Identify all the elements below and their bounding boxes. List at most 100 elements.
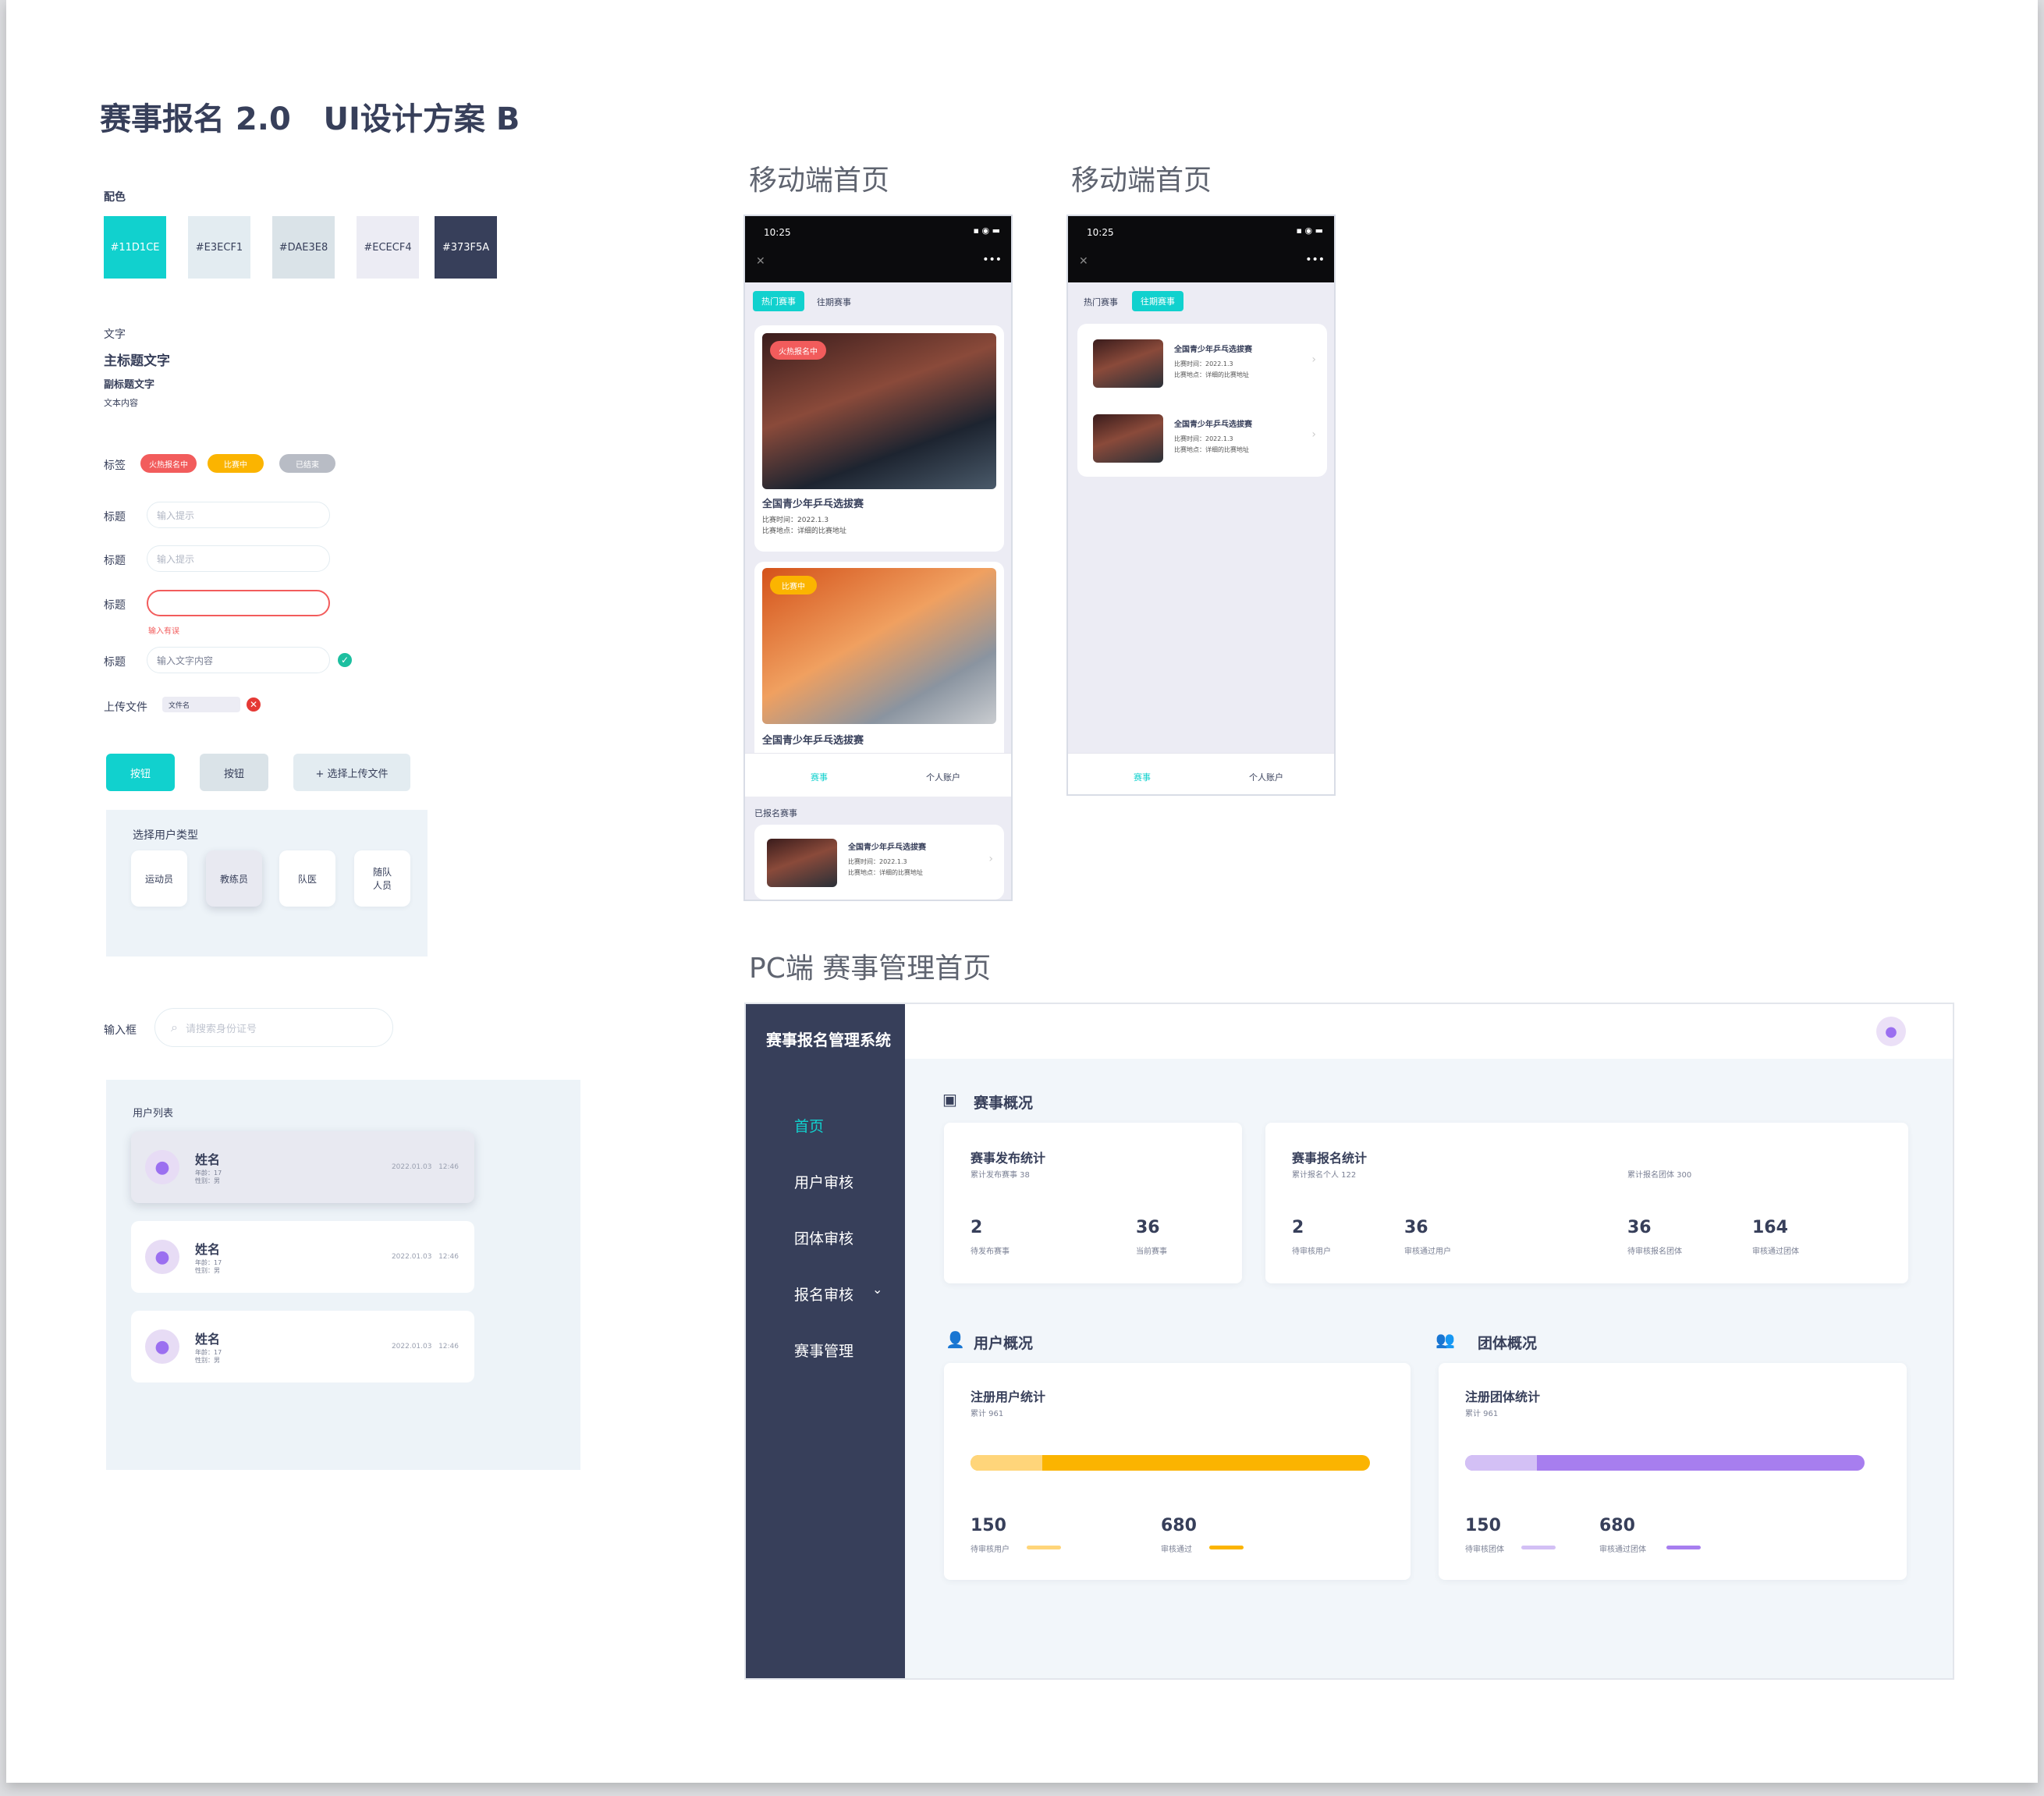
primary-button[interactable]: 按钮 bbox=[106, 754, 175, 791]
event-list-card: 全国青少年乒乓选拔赛 比赛时间：2022.1.3 比赛地点：详细的比赛地址 › … bbox=[1077, 324, 1327, 477]
sidebar-item-signup-review[interactable]: 报名审核 bbox=[794, 1283, 853, 1304]
swatch-1: #11D1CE bbox=[104, 216, 166, 279]
publish-current-value: 36 bbox=[1136, 1218, 1160, 1237]
sidebar-item-event-manage[interactable]: 赛事管理 bbox=[794, 1340, 853, 1361]
tags-label: 标签 bbox=[104, 460, 126, 472]
upload-label: 上传文件 bbox=[104, 701, 147, 714]
search-input[interactable]: ⌕ 请搜索身份证号 bbox=[154, 1008, 393, 1047]
event-title: 全国青少年乒乓选拔赛 bbox=[1174, 421, 1252, 429]
event-thumbnail bbox=[1093, 414, 1163, 463]
tab-hot[interactable]: 热门赛事 bbox=[753, 291, 804, 311]
user-time: 12:46 bbox=[438, 1253, 459, 1261]
upload-button[interactable]: + 选择上传文件 bbox=[293, 754, 410, 791]
team-progress-bar bbox=[1465, 1455, 1865, 1471]
user-date: 2022.01.03 bbox=[391, 1343, 432, 1351]
swatch-3: #DAE3E8 bbox=[272, 216, 335, 279]
event-list-item[interactable]: 全国青少年乒乓选拔赛 比赛时间：2022.1.3 比赛地点：详细的比赛地址 › bbox=[1077, 324, 1327, 399]
team-passed-legend bbox=[1666, 1546, 1701, 1549]
signup-l3: 待审核报名团体 bbox=[1627, 1248, 1682, 1256]
nav-events[interactable]: 赛事 bbox=[1134, 771, 1151, 783]
more-icon[interactable]: ••• bbox=[982, 254, 1002, 266]
user-progress-pending bbox=[971, 1455, 1043, 1471]
signup-l1: 待审核用户 bbox=[1292, 1248, 1331, 1256]
event-place: 比赛地点：详细的比赛地址 bbox=[1174, 371, 1249, 378]
user-type-coach[interactable]: 教练员 bbox=[206, 850, 262, 907]
tag-ended: 已结束 bbox=[279, 454, 335, 473]
swatch-2: #E3ECF1 bbox=[188, 216, 250, 279]
user-stats-sub: 累计 961 bbox=[971, 1410, 1004, 1418]
event-title: 全国青少年乒乓选拔赛 bbox=[762, 499, 864, 510]
remove-file-icon[interactable]: ✕ bbox=[247, 697, 261, 712]
text-input-2[interactable]: 输入提示 bbox=[147, 545, 330, 572]
user-type-doctor[interactable]: 队医 bbox=[279, 850, 335, 907]
team-stats-sub: 累计 961 bbox=[1465, 1410, 1499, 1418]
signup-title: 赛事报名统计 bbox=[1292, 1151, 1368, 1166]
signup-v3: 36 bbox=[1627, 1218, 1652, 1237]
pc-dashboard: 赛事报名管理系统 首页 用户审核 团体审核 报名审核 ⌄ 赛事管理 ● ▣ 赛事… bbox=[744, 1003, 1954, 1680]
bottom-nav: 赛事 个人账户 bbox=[1068, 753, 1334, 794]
user-type-staff[interactable]: 随队 人员 bbox=[354, 850, 410, 907]
user-name: 姓名 bbox=[195, 1332, 221, 1347]
signup-l2: 审核通过用户 bbox=[1404, 1248, 1451, 1256]
user-passed-legend bbox=[1209, 1546, 1244, 1549]
event-list-item[interactable]: 全国青少年乒乓选拔赛 比赛时间：2022.1.3 比赛地点：详细的比赛地址 › bbox=[1077, 399, 1327, 474]
registered-card[interactable]: 全国青少年乒乓选拔赛 比赛时间：2022.1.3 比赛地点：详细的比赛地址 › bbox=[754, 825, 1004, 900]
event-thumbnail bbox=[767, 839, 837, 887]
team-pending-label: 待审核团体 bbox=[1465, 1546, 1504, 1554]
mobile1-section-title: 移动端首页 bbox=[749, 165, 890, 197]
user-list-item[interactable]: ● 姓名 年龄：17 性别：男 2022.01.03 12:46 bbox=[131, 1311, 474, 1382]
secondary-button[interactable]: 按钮 bbox=[200, 754, 268, 791]
field-label-4: 标题 bbox=[104, 656, 126, 669]
text-input-1[interactable]: 输入提示 bbox=[147, 502, 330, 528]
event-title: 全国青少年乒乓选拔赛 bbox=[848, 843, 926, 852]
sidebar-item-user-review[interactable]: 用户审核 bbox=[794, 1171, 853, 1192]
body-text-sample: 文本内容 bbox=[104, 398, 138, 408]
user-stats-title: 注册用户统计 bbox=[971, 1390, 1046, 1404]
user-name: 姓名 bbox=[195, 1152, 221, 1167]
event-card[interactable]: 火热报名中 全国青少年乒乓选拔赛 比赛时间：2022.1.3 比赛地点：详细的比… bbox=[754, 325, 1004, 552]
nav-account[interactable]: 个人账户 bbox=[1249, 771, 1283, 783]
tab-past[interactable]: 往期赛事 bbox=[1132, 291, 1183, 311]
tab-hot[interactable]: 热门赛事 bbox=[1084, 296, 1118, 308]
team-progress-pending bbox=[1465, 1455, 1538, 1471]
chevron-down-icon[interactable]: ⌄ bbox=[872, 1282, 882, 1297]
team-stats-title: 注册团体统计 bbox=[1465, 1390, 1541, 1404]
upload-file-name: 文件名 bbox=[162, 697, 240, 712]
mobile1-phone: 10:25 ▪ ◉ ▬ ✕ ••• 热门赛事 往期赛事 火热报名中 全国青少年乒… bbox=[743, 215, 1013, 901]
user-date: 2022.01.03 bbox=[391, 1163, 432, 1171]
user-gender: 性别：男 bbox=[195, 1267, 220, 1274]
event-time: 比赛时间：2022.1.3 bbox=[1174, 360, 1233, 367]
text-input-error[interactable] bbox=[147, 590, 330, 616]
tab-past[interactable]: 往期赛事 bbox=[817, 296, 851, 308]
team-stats-card: 注册团体统计 累计 961 150 待审核团体 680 审核通过团体 bbox=[1439, 1363, 1907, 1580]
close-icon[interactable]: ✕ bbox=[756, 255, 765, 268]
mobile2-phone: 10:25 ▪ ◉ ▬ ✕ ••• 热门赛事 往期赛事 全国青少年乒乓选拔赛 比… bbox=[1066, 215, 1336, 796]
chevron-right-icon: › bbox=[1311, 353, 1316, 366]
user-passed-label: 审核通过 bbox=[1161, 1546, 1192, 1554]
main-title-sample: 主标题文字 bbox=[104, 353, 170, 369]
user-list-item[interactable]: ● 姓名 年龄：17 性别：男 2022.01.03 12:46 bbox=[131, 1131, 474, 1203]
signup-v2: 36 bbox=[1404, 1218, 1428, 1237]
user-age: 年龄：17 bbox=[195, 1170, 222, 1177]
signup-l4: 审核通过团体 bbox=[1752, 1248, 1799, 1256]
text-input-filled[interactable]: 输入文字内容 bbox=[147, 647, 330, 673]
check-icon: ✓ bbox=[338, 653, 352, 667]
sidebar-item-team-review[interactable]: 团体审核 bbox=[794, 1227, 853, 1248]
user-type-athlete[interactable]: 运动员 bbox=[131, 850, 187, 907]
more-icon[interactable]: ••• bbox=[1305, 254, 1325, 266]
avatar: ● bbox=[145, 1329, 179, 1364]
sidebar-item-home[interactable]: 首页 bbox=[794, 1115, 824, 1136]
team-section-title: 团体概况 bbox=[1478, 1335, 1538, 1352]
search-icon: ⌕ bbox=[171, 1020, 178, 1035]
swatch-5: #373F5A bbox=[435, 216, 497, 279]
event-card[interactable]: 比赛中 全国青少年乒乓选拔赛 bbox=[754, 562, 1004, 765]
publish-pending-value: 2 bbox=[971, 1218, 983, 1237]
status-time: 10:25 bbox=[1087, 227, 1114, 238]
avatar[interactable]: ● bbox=[1876, 1017, 1906, 1046]
close-icon[interactable]: ✕ bbox=[1079, 255, 1088, 268]
nav-events[interactable]: 赛事 bbox=[811, 771, 828, 783]
nav-account[interactable]: 个人账户 bbox=[926, 771, 960, 783]
status-bar: 10:25 ▪ ◉ ▬ ✕ ••• bbox=[745, 216, 1011, 282]
user-list-item[interactable]: ● 姓名 年龄：17 性别：男 2022.01.03 12:46 bbox=[131, 1221, 474, 1293]
user-stats-card: 注册用户统计 累计 961 150 待审核用户 680 审核通过 bbox=[944, 1363, 1411, 1580]
